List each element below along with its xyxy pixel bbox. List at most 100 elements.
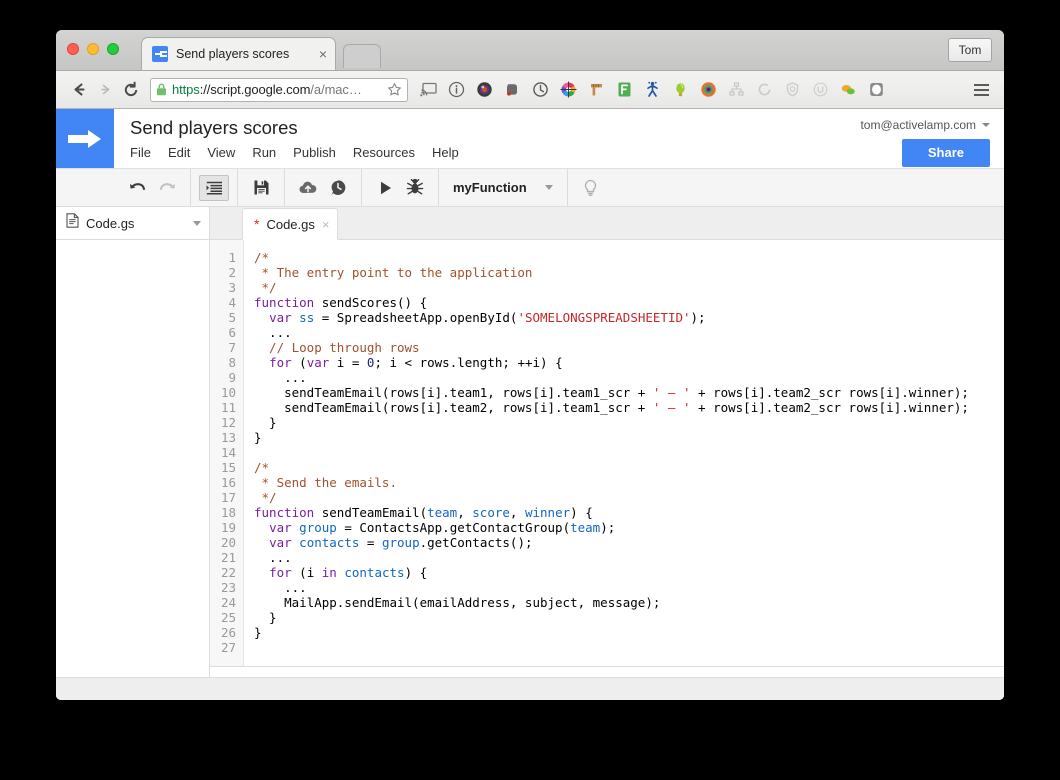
profile-button[interactable]: Tom (948, 38, 992, 62)
code-token: for (269, 355, 292, 370)
lightbulb-drop-icon[interactable] (666, 76, 694, 104)
undo-icon[interactable] (122, 175, 152, 201)
sidebar-file-name: Code.gs (86, 215, 135, 231)
share-button[interactable]: Share (901, 139, 990, 167)
line-number: 19 (220, 520, 236, 535)
code-token: /* (254, 460, 270, 475)
page-title[interactable]: Send players scores (130, 116, 860, 139)
code-token: } (254, 625, 262, 640)
code-content[interactable]: /* * The entry point to the application … (244, 240, 1004, 666)
code-token: var (269, 520, 292, 535)
code-line: * Send the emails. (254, 475, 1004, 490)
indent-format-icon[interactable] (199, 174, 229, 201)
f-square-icon[interactable] (610, 76, 638, 104)
code-token: ; i < rows.length; ++i) { (374, 355, 563, 370)
unsaved-indicator: * (254, 216, 260, 232)
line-number: 15 (220, 460, 236, 475)
new-tab-button[interactable] (343, 44, 381, 68)
target-circle-icon[interactable] (694, 76, 722, 104)
code-token: ) { (570, 505, 593, 520)
menu-item-view[interactable]: View (207, 144, 235, 162)
code-token: sendTeamEmail( (314, 505, 428, 520)
file-document-icon (66, 213, 79, 233)
browser-tab-strip: Send players scores × Tom (56, 30, 1004, 71)
menu-item-file[interactable]: File (130, 144, 151, 162)
maximize-window-button[interactable] (107, 43, 119, 55)
code-token: 'SOMELONGSPREADSHEETID' (517, 310, 691, 325)
menu-item-resources[interactable]: Resources (353, 144, 415, 162)
menu-item-edit[interactable]: Edit (168, 144, 190, 162)
sidebar-item-code-gs[interactable]: Code.gs (56, 207, 209, 240)
close-window-button[interactable] (67, 43, 79, 55)
editor-tab-label: Code.gs (266, 216, 315, 232)
editor-tab-code-gs[interactable]: * Code.gs × (242, 208, 339, 240)
lightbulb-icon[interactable] (576, 175, 606, 201)
url-ellipsis: … (348, 82, 362, 97)
run-play-icon[interactable] (370, 175, 400, 201)
evernote-elephant-icon[interactable] (498, 76, 526, 104)
line-number: 5 (228, 310, 236, 325)
chevron-down-icon (982, 123, 990, 127)
menu-item-help[interactable]: Help (432, 144, 459, 162)
code-line: MailApp.sendEmail(emailAddress, subject,… (254, 595, 1004, 610)
back-arrow-icon[interactable] (66, 77, 92, 103)
code-line: } (254, 610, 1004, 625)
url-bar[interactable]: https://script.google.com/a/mac… (150, 77, 408, 102)
code-token: , (509, 505, 525, 520)
line-number: 7 (228, 340, 236, 355)
color-wheel-icon[interactable] (554, 76, 582, 104)
save-floppy-icon[interactable] (246, 175, 276, 201)
reload-icon[interactable] (118, 77, 144, 103)
bookmark-star-icon[interactable] (387, 82, 402, 97)
chat-bubbles-icon[interactable] (834, 76, 862, 104)
code-token: for (269, 565, 292, 580)
apps-script-editor: Send players scores File Edit View Run P… (56, 109, 1004, 700)
url-host: script.google.com (210, 82, 311, 97)
close-icon[interactable]: × (317, 47, 329, 61)
code-token: score (472, 505, 510, 520)
code-editor[interactable]: 1 2 3 4 5 6 7 8 9 10 11 12 13 14 15 16 17 18 19 20 21 22 23 24 2… (210, 240, 1004, 666)
close-icon[interactable]: × (322, 218, 330, 231)
account-menu[interactable]: tom@activelamp.com (860, 118, 990, 132)
info-circle-icon[interactable] (442, 76, 470, 104)
camera-lens-icon[interactable] (470, 76, 498, 104)
menu-item-publish[interactable]: Publish (293, 144, 336, 162)
toolbar-group-save (238, 168, 285, 207)
toolbar-group-hint (568, 169, 614, 207)
cloud-upload-icon[interactable] (293, 175, 323, 201)
code-token: var (269, 310, 292, 325)
ruler-icon[interactable] (582, 76, 610, 104)
lock-icon (156, 83, 167, 96)
code-token: .getContacts(); (419, 535, 533, 550)
toolbar-group-deploy (285, 168, 362, 207)
url-text: https://script.google.com/a/mac… (172, 82, 383, 97)
cast-icon[interactable] (414, 76, 442, 104)
hamburger-menu-icon[interactable] (968, 77, 994, 103)
menu-item-run[interactable]: Run (252, 144, 276, 162)
shield-white-icon[interactable] (862, 76, 890, 104)
function-selector[interactable]: myFunction (439, 168, 568, 207)
version-history-clock-icon[interactable] (323, 175, 353, 201)
browser-tab[interactable]: Send players scores × (141, 37, 336, 70)
circle-arrow-icon (750, 76, 778, 104)
debug-bug-icon[interactable] (400, 175, 430, 201)
code-token: } (254, 610, 277, 625)
url-scheme: https (172, 82, 200, 97)
person-icon[interactable] (638, 76, 666, 104)
code-token: ); (690, 310, 706, 325)
refresh-circle-icon[interactable] (526, 76, 554, 104)
code-token: = (359, 535, 382, 550)
chevron-down-icon[interactable] (193, 220, 201, 226)
minimize-window-button[interactable] (87, 43, 99, 55)
code-line: ... (254, 580, 1004, 595)
code-token: sendTeamEmail(rows[i].team1, rows[i].tea… (254, 385, 653, 400)
apps-script-arrow-icon[interactable] (56, 109, 114, 168)
code-token: ... (254, 580, 307, 595)
code-token: group (381, 535, 420, 550)
app-footer (56, 677, 1004, 700)
u-circle-icon (806, 76, 834, 104)
